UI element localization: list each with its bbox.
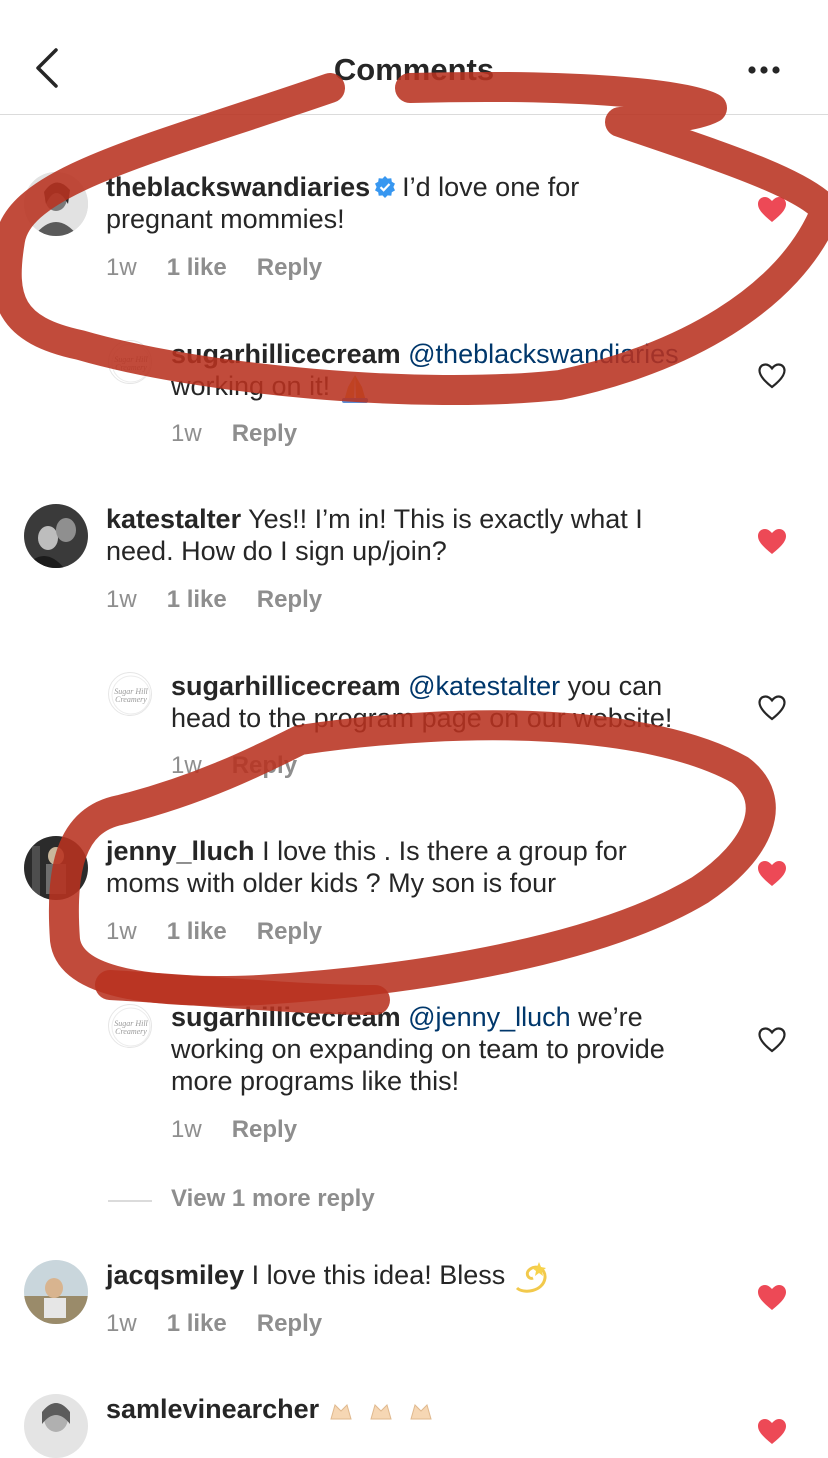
comment-username[interactable]: theblackswandiaries xyxy=(106,172,370,202)
comment-text: we’re xyxy=(578,1002,643,1032)
reply-button[interactable]: Reply xyxy=(257,254,322,281)
comment-text: I love this . Is there a group for xyxy=(262,836,627,866)
heart-outline-icon[interactable] xyxy=(758,1027,786,1053)
comment-time: 1w xyxy=(106,918,137,945)
avatar[interactable] xyxy=(24,504,88,568)
comment-text: moms with older kids ? My son is four xyxy=(106,868,557,898)
reply-button[interactable]: Reply xyxy=(257,586,322,613)
raising-hands-emoji xyxy=(329,1403,432,1420)
mention-link[interactable]: @theblackswandiaries xyxy=(408,339,679,369)
liked-heart-icon[interactable] xyxy=(758,1419,786,1445)
comment-time: 1w xyxy=(171,420,202,447)
liked-heart-icon[interactable] xyxy=(758,529,786,555)
comment-time: 1w xyxy=(106,586,137,613)
reply-button[interactable]: Reply xyxy=(257,1310,322,1337)
page-title: Comments xyxy=(333,52,495,87)
comment-text: I love this idea! Bless xyxy=(251,1260,506,1290)
like-count[interactable]: 1 like xyxy=(167,918,227,945)
comment-username[interactable]: sugarhillicecream xyxy=(171,671,401,701)
comment-text: working on it! xyxy=(171,371,331,401)
folded-hands-emoji xyxy=(341,374,368,403)
liked-heart-icon[interactable] xyxy=(758,861,786,887)
reply-button[interactable]: Reply xyxy=(232,752,297,779)
comment-time: 1w xyxy=(106,254,137,281)
more-options-icon[interactable] xyxy=(742,58,786,82)
comment-time: 1w xyxy=(171,1116,202,1143)
like-count[interactable]: 1 like xyxy=(167,586,227,613)
reply-button[interactable]: Reply xyxy=(232,420,297,447)
avatar[interactable] xyxy=(24,836,88,900)
verified-badge-icon xyxy=(375,176,396,198)
heart-outline-icon[interactable] xyxy=(758,363,786,389)
comment-username[interactable]: sugarhillicecream xyxy=(171,1002,401,1032)
svg-text:Creamery: Creamery xyxy=(115,695,147,704)
reply-button[interactable]: Reply xyxy=(232,1116,297,1143)
svg-text:Creamery: Creamery xyxy=(115,363,147,372)
heart-outline-icon[interactable] xyxy=(758,695,786,721)
like-count[interactable]: 1 like xyxy=(167,254,227,281)
comment-text: need. How do I sign up/join? xyxy=(106,536,447,566)
like-count[interactable]: 1 like xyxy=(167,1310,227,1337)
view-more-label[interactable]: View 1 more reply xyxy=(171,1185,375,1213)
liked-heart-icon[interactable] xyxy=(758,1285,786,1311)
comment-time: 1w xyxy=(171,752,202,779)
comment-username[interactable]: jacqsmiley xyxy=(106,1260,244,1290)
mention-link[interactable]: @katestalter xyxy=(408,671,560,701)
reply-button[interactable]: Reply xyxy=(257,918,322,945)
mention-link[interactable]: @jenny_lluch xyxy=(408,1002,571,1032)
comment-text: I’d love one for xyxy=(402,172,580,202)
comment-text: you can xyxy=(567,671,663,701)
avatar[interactable] xyxy=(24,172,88,236)
header-bar: Comments xyxy=(0,0,828,115)
svg-text:Creamery: Creamery xyxy=(115,1027,147,1036)
avatar[interactable] xyxy=(24,1394,88,1458)
comment-text: Yes!! I’m in! This is exactly what I xyxy=(248,504,643,534)
comment-time: 1w xyxy=(106,1310,137,1337)
liked-heart-icon[interactable] xyxy=(758,197,786,223)
comment-text: head to the program page on our website! xyxy=(171,703,673,733)
comment-text: pregnant mommies! xyxy=(106,204,345,234)
divider xyxy=(108,1200,152,1202)
brand-logo-avatar[interactable]: Sugar Hill Creamery xyxy=(108,672,152,716)
brand-logo-avatar[interactable]: Sugar Hill Creamery xyxy=(108,1004,152,1048)
comment-username[interactable]: jenny_lluch xyxy=(106,836,255,866)
comment-text: working on expanding on team to provide xyxy=(171,1034,665,1064)
brand-logo-avatar[interactable]: Sugar Hill Creamery xyxy=(108,340,152,384)
dizzy-emoji xyxy=(515,1261,547,1293)
comment-username[interactable]: samlevinearcher xyxy=(106,1394,319,1424)
comment-text: more programs like this! xyxy=(171,1066,460,1096)
comment-username[interactable]: katestalter xyxy=(106,504,241,534)
comment-username[interactable]: sugarhillicecream xyxy=(171,339,401,369)
avatar[interactable] xyxy=(24,1260,88,1324)
